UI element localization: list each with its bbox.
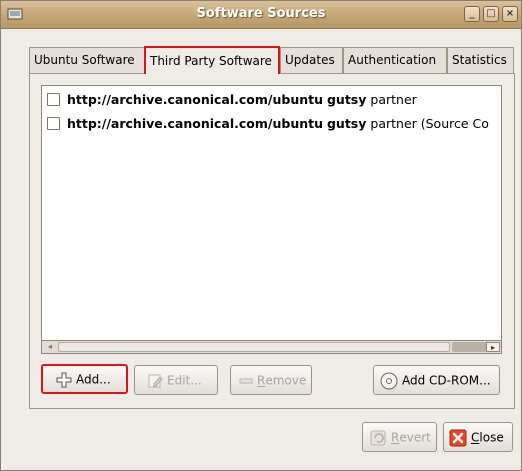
source-url: http://archive.canonical.com/ubuntu [67,92,323,107]
minimize-icon: _ [469,8,475,19]
title-bar[interactable]: Software Sources _ □ × [1,1,521,29]
scrollbar-trough[interactable] [452,342,486,352]
list-item[interactable]: http://archive.canonical.com/ubuntu guts… [42,112,501,136]
maximize-button[interactable]: □ [483,6,499,22]
source-checkbox[interactable] [47,93,60,106]
minimize-button[interactable]: _ [464,6,480,22]
list-item[interactable]: http://archive.canonical.com/ubuntu guts… [42,88,501,112]
close-icon: × [505,8,515,19]
source-line: http://archive.canonical.com/ubuntu guts… [67,116,489,131]
cdrom-icon [380,372,398,389]
tab-third-party-software[interactable]: Third Party Software [144,46,280,74]
plus-icon [56,372,72,387]
close-x-icon [449,429,467,446]
window-title: Software Sources [196,6,326,21]
source-checkbox[interactable] [47,117,60,130]
revert-button[interactable]: Revert [362,422,437,452]
tab-ubuntu-software[interactable]: Ubuntu Software [29,47,145,73]
source-components: partner [370,92,417,107]
remove-button-label: emove [265,373,307,388]
add-cdrom-button[interactable]: Add CD-ROM... [373,365,500,395]
software-sources-window: Software Sources _ □ × Ubuntu Software T… [0,0,522,471]
edit-icon [148,374,163,387]
horizontal-scrollbar[interactable]: ◂ ▸ [41,340,502,354]
tab-authentication[interactable]: Authentication [343,47,447,73]
source-dist: gutsy [326,116,367,131]
source-url: http://archive.canonical.com/ubuntu [67,116,323,131]
sources-list[interactable]: http://archive.canonical.com/ubuntu guts… [41,85,502,354]
scroll-left-icon[interactable]: ◂ [43,342,57,352]
edit-button[interactable]: Edit... [134,365,218,395]
minus-icon [239,378,253,383]
close-window-button[interactable]: × [502,6,518,22]
edit-button-label: Edit... [167,373,202,388]
tab-updates[interactable]: Updates [280,47,343,73]
revert-button-label: evert [399,430,431,445]
add-cdrom-label: Add CD-ROM... [402,373,491,388]
source-dist: gutsy [326,92,367,107]
tab-statistics[interactable]: Statistics [447,47,514,73]
close-button[interactable]: Close [443,422,513,452]
source-line: http://archive.canonical.com/ubuntu guts… [67,92,417,107]
add-button-label: Add... [76,372,111,387]
remove-button[interactable]: Remove [230,365,312,395]
close-button-label: lose [479,430,504,445]
revert-icon [370,430,386,445]
scroll-right-icon[interactable]: ▸ [486,342,500,352]
add-button[interactable]: Add... [41,364,128,394]
maximize-icon: □ [486,8,496,19]
source-components: partner (Source Co [370,116,489,131]
scrollbar-thumb[interactable] [58,342,450,352]
